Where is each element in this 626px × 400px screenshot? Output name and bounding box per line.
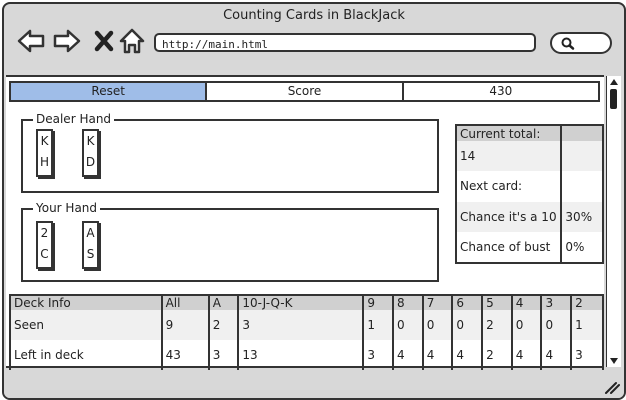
table-cell: 4 <box>393 340 424 371</box>
your-hand-panel: Your Hand 2 C A S <box>21 201 439 282</box>
column-header: A <box>208 295 240 310</box>
table-cell: 4 <box>541 340 573 371</box>
column-header: 7 <box>422 295 454 310</box>
table-cell: 3 <box>208 340 240 371</box>
table-cell: 1 <box>363 310 394 340</box>
table-cell: 0 <box>541 310 573 340</box>
card-suit: H <box>39 155 50 169</box>
page-content: Reset Score 430 Dealer Hand K H K D Your… <box>6 75 604 372</box>
card-suit: D <box>85 155 96 169</box>
column-header: All <box>161 295 210 310</box>
stats-value <box>561 171 603 201</box>
stats-value: 0% <box>565 239 585 254</box>
stats-value <box>561 141 603 172</box>
column-header: 3 <box>541 295 573 310</box>
stats-label: Chance of bust <box>456 231 563 263</box>
table-cell: 0 <box>393 310 424 340</box>
stats-table: Current total: 14 Next card: Chance it's… <box>455 124 604 264</box>
stats-label: Chance it's a 10 <box>456 201 563 232</box>
scroll-up-icon[interactable] <box>607 76 621 88</box>
column-header: 6 <box>452 295 484 310</box>
dealer-hand-label: Dealer Hand <box>33 112 115 126</box>
table-cell: 4 <box>422 340 454 371</box>
card-rank: A <box>86 226 95 240</box>
column-header: 10-J-Q-K <box>238 295 365 310</box>
search-field[interactable] <box>550 32 612 54</box>
card-suit: C <box>40 247 49 261</box>
home-icon[interactable] <box>117 26 147 56</box>
table-cell: 2 <box>482 310 513 340</box>
table-row: Left in deck 43 3 13 3 4 4 4 2 4 4 3 <box>10 340 603 371</box>
table-cell: Left in deck <box>10 340 163 371</box>
table-cell: 3 <box>575 348 583 362</box>
reset-button[interactable]: Reset <box>11 83 208 100</box>
forward-arrow-icon[interactable] <box>52 26 82 56</box>
browser-window: Counting Cards in BlackJack http://main.… <box>2 2 626 400</box>
dealer-hand-panel: Dealer Hand K H K D <box>21 112 439 193</box>
column-header: 4 <box>511 295 543 310</box>
deck-info-table: Deck Info All A 10-J-Q-K 9 8 7 6 5 4 3 2… <box>9 294 604 372</box>
table-cell: 43 <box>161 340 210 371</box>
column-header: Deck Info <box>10 295 163 310</box>
card-rank: K <box>86 134 95 148</box>
your-hand-label: Your Hand <box>33 201 101 215</box>
scroll-down-icon[interactable] <box>607 355 621 367</box>
stats-label: 14 <box>456 141 563 172</box>
back-arrow-icon[interactable] <box>16 26 46 56</box>
stats-label: Current total: <box>456 125 563 142</box>
table-row: Current total: <box>456 125 603 142</box>
vertical-scrollbar[interactable] <box>606 76 621 367</box>
table-cell: 13 <box>238 340 365 371</box>
table-cell: 0 <box>452 310 484 340</box>
table-cell: 4 <box>452 340 484 371</box>
table-cell: 1 <box>571 310 603 340</box>
dealer-card: K D <box>82 129 99 177</box>
table-row: Chance of bust 0% <box>456 231 603 263</box>
score-label: Score <box>207 83 404 100</box>
resize-grip-icon[interactable] <box>602 380 620 394</box>
player-card: 2 C <box>36 221 53 269</box>
table-cell: 3 <box>363 340 394 371</box>
table-cell: 3 <box>238 310 365 340</box>
table-cell: 4 <box>511 340 543 371</box>
table-cell: 2 <box>208 310 240 340</box>
stats-label: Next card: <box>456 171 563 202</box>
table-header-row: Deck Info All A 10-J-Q-K 9 8 7 6 5 4 3 2 <box>10 295 603 310</box>
scrollbar-thumb[interactable] <box>610 89 617 109</box>
table-row: Chance it's a 10 30% <box>456 201 603 232</box>
player-card: A S <box>82 221 99 269</box>
status-bar <box>4 370 624 398</box>
stats-value: 30% <box>561 201 603 232</box>
column-header: 8 <box>393 295 424 310</box>
table-cell: 0 <box>422 310 454 340</box>
window-title: Counting Cards in BlackJack <box>223 8 405 23</box>
table-cell: 2 <box>482 340 513 371</box>
score-value: 430 <box>489 84 513 98</box>
search-icon <box>561 37 575 50</box>
card-rank: 2 <box>40 226 49 240</box>
column-header: 2 <box>571 295 603 310</box>
column-header: 5 <box>482 295 513 310</box>
table-row: Seen 9 2 3 1 0 0 0 2 0 0 1 <box>10 310 603 340</box>
dealer-card: K H <box>36 129 53 177</box>
table-row: 14 <box>456 141 603 172</box>
card-rank: K <box>40 134 49 148</box>
table-cell: 9 <box>161 310 210 340</box>
tab-bar: Reset Score 430 <box>9 81 600 102</box>
card-suit: S <box>86 247 95 261</box>
address-bar[interactable]: http://main.html <box>154 33 536 52</box>
close-icon[interactable] <box>90 26 120 56</box>
table-cell: Seen <box>10 310 163 340</box>
table-row: Next card: <box>456 171 603 202</box>
stats-value <box>561 125 603 142</box>
table-cell: 0 <box>511 310 543 340</box>
column-header: 9 <box>363 295 394 310</box>
